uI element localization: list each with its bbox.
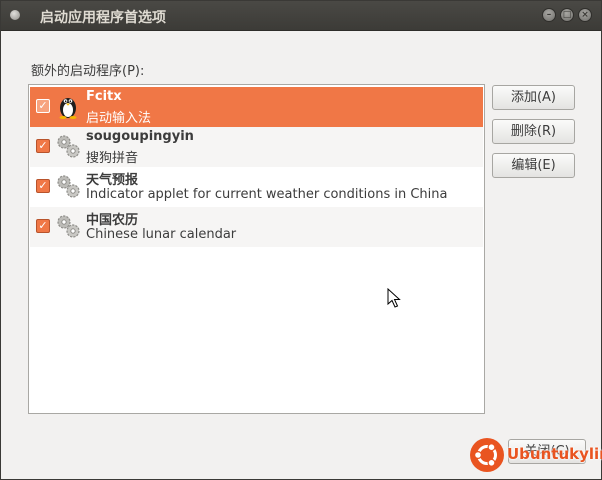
gears-icon	[57, 215, 80, 238]
minimize-icon[interactable]: –	[542, 8, 556, 22]
program-name: sougoupingyin	[86, 129, 194, 144]
gears-icon	[57, 175, 80, 198]
enable-checkbox[interactable]: ✓	[36, 179, 50, 193]
window-menu-icon[interactable]	[10, 10, 20, 20]
enable-checkbox[interactable]: ✓	[36, 139, 50, 153]
close-icon[interactable]: ×	[578, 8, 592, 22]
maximize-icon[interactable]: □	[560, 8, 574, 22]
list-item[interactable]: ✓ 天气预报 Indicator applet for current weat…	[30, 167, 483, 207]
mouse-pointer-icon	[387, 288, 401, 308]
program-description: 搜狗拼音	[86, 151, 139, 166]
add-button[interactable]: 添加(A)	[492, 85, 575, 110]
gears-icon	[57, 135, 80, 158]
startup-programs-label: 额外的启动程序(P):	[31, 64, 145, 79]
list-item[interactable]: ✓ sougoupingyin 搜狗拼音	[30, 127, 483, 167]
watermark-text: Ubuntukylin	[507, 445, 602, 463]
penguin-icon	[59, 98, 77, 119]
program-description: 启动输入法	[86, 111, 152, 126]
list-item[interactable]: ✓ Fcitx 启动输入法	[30, 87, 483, 127]
enable-checkbox[interactable]: ✓	[36, 99, 50, 113]
window-title: 启动应用程序首选项	[40, 10, 166, 26]
program-description: Chinese lunar calendar	[86, 227, 237, 242]
program-description: Indicator applet for current weather con…	[86, 187, 448, 202]
program-name: Fcitx	[86, 89, 122, 104]
list-item[interactable]: ✓ 中国农历 Chinese lunar calendar	[30, 207, 483, 247]
enable-checkbox[interactable]: ✓	[36, 219, 50, 233]
startup-applications-window: 启动应用程序首选项 – □ × 额外的启动程序(P): ✓ Fcitx 启动输入…	[0, 0, 602, 480]
edit-button[interactable]: 编辑(E)	[492, 153, 575, 178]
program-name: 中国农历	[86, 213, 139, 228]
remove-button[interactable]: 删除(R)	[492, 119, 575, 144]
startup-programs-list[interactable]: ✓ Fcitx 启动输入法 ✓ sougoupingyin 搜狗拼音 ✓ 天气预…	[28, 84, 485, 414]
title-bar[interactable]: 启动应用程序首选项 – □ ×	[1, 1, 601, 31]
program-name: 天气预报	[86, 173, 139, 188]
